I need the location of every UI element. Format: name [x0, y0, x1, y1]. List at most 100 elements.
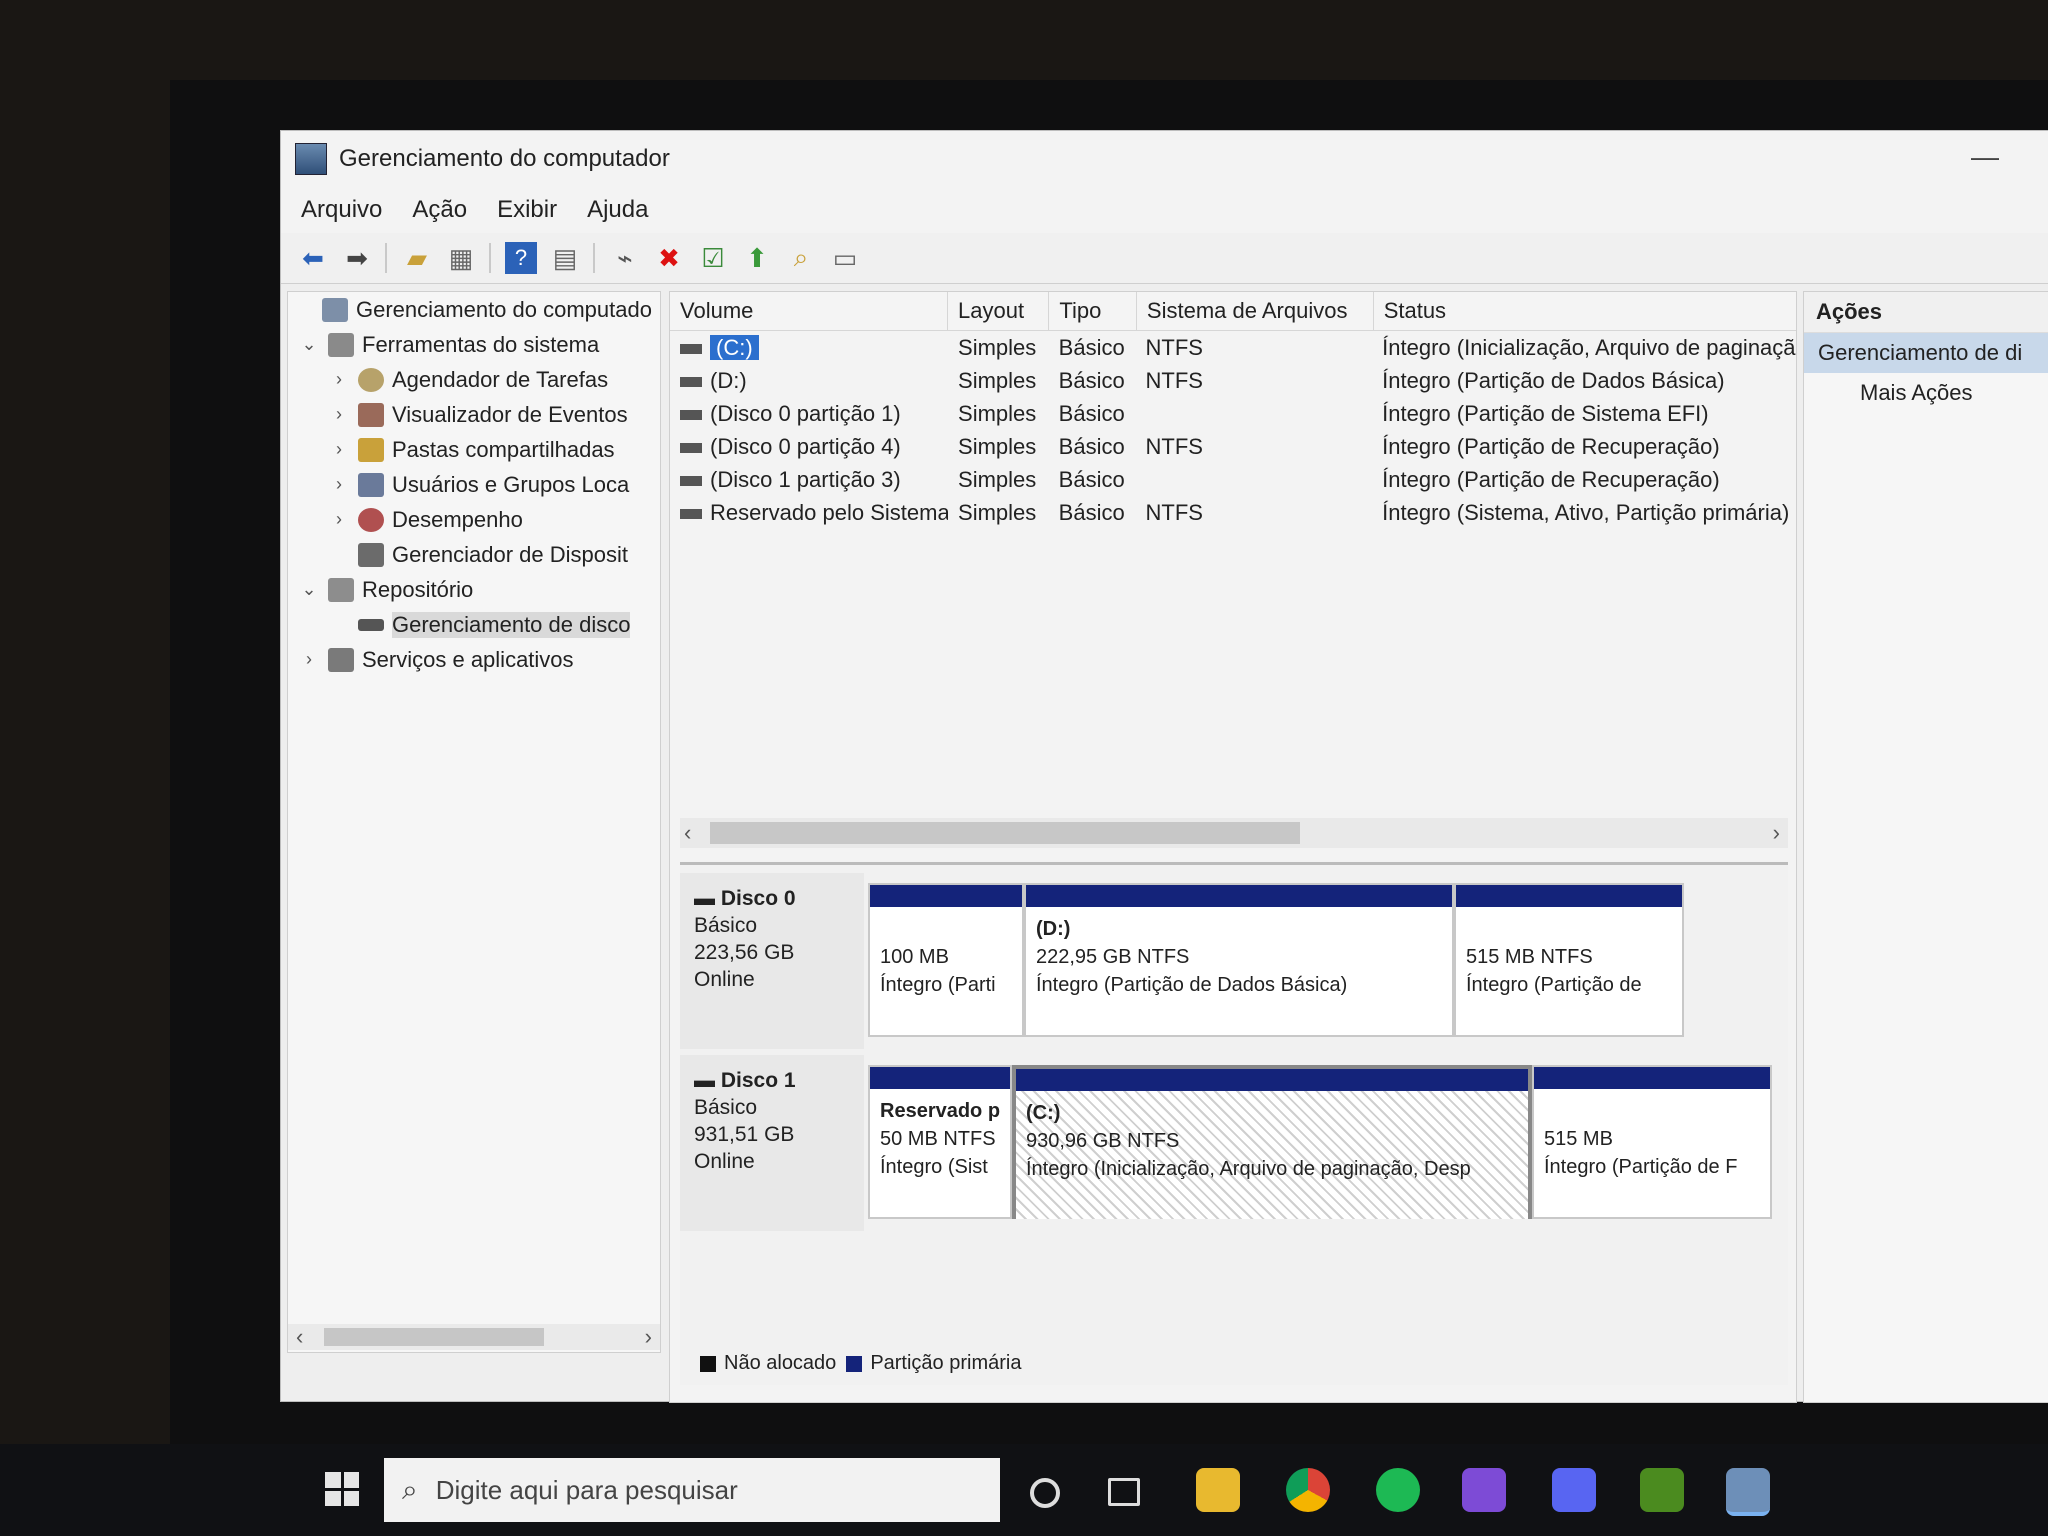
col-volume[interactable]: Volume	[670, 292, 949, 330]
partition-size: 930,96 GB NTFS	[1026, 1130, 1180, 1152]
partition-size: 515 MB	[1544, 1128, 1613, 1150]
chevron-down-icon[interactable]: ⌄	[298, 334, 320, 355]
menu-exibir[interactable]: Exibir	[497, 196, 557, 224]
chevron-down-icon[interactable]: ⌄	[298, 579, 320, 600]
partition-title	[880, 915, 1012, 943]
disk-info[interactable]: ▬ Disco 1 Básico 931,51 GB Online	[680, 1055, 864, 1231]
shared-folder-icon	[358, 437, 384, 462]
cell-tipo: Básico	[1058, 400, 1125, 426]
volume-table-body: (C:) Simples Básico NTFS Íntegro (Inicializa…	[670, 331, 1796, 529]
up-folder-icon[interactable]: ▰	[401, 242, 433, 274]
discord-icon[interactable]	[1552, 1468, 1596, 1512]
primary-partition-swatch	[846, 1355, 863, 1372]
table-row[interactable]: (D:) Simples Básico NTFS Íntegro (Partição d…	[670, 364, 1796, 397]
partition-block[interactable]: (D:) 222,95 GB NTFS Íntegro (Partição de…	[1024, 883, 1454, 1037]
volume-label: (Disco 0 partição 4)	[710, 433, 901, 459]
menu-arquivo[interactable]: Arquivo	[301, 196, 382, 224]
taskbar-search-box[interactable]: ⌕ Digite aqui para pesquisar	[384, 1458, 1000, 1522]
cell-volume: (D:)	[670, 368, 948, 394]
device-manager-icon	[358, 542, 384, 567]
chrome-icon[interactable]	[1286, 1468, 1330, 1512]
col-status[interactable]: Status	[1374, 292, 1796, 330]
tree-item-task-scheduler[interactable]: › Agendador de Tarefas	[288, 362, 660, 397]
partition-block[interactable]: 515 MB NTFS Íntegro (Partição de	[1454, 883, 1684, 1037]
chevron-right-icon[interactable]: ›	[328, 474, 350, 495]
chevron-right-icon[interactable]: ›	[298, 649, 320, 670]
connect-icon[interactable]: ⌁	[609, 242, 641, 274]
disk-info[interactable]: ▬ Disco 0 Básico 223,56 GB Online	[680, 873, 864, 1049]
scrollbar-thumb[interactable]	[710, 822, 1300, 844]
tree-item-storage[interactable]: ⌄ Repositório	[288, 572, 660, 607]
tree-item-local-users[interactable]: › Usuários e Grupos Loca	[288, 467, 660, 502]
more-actions-link[interactable]: Mais Ações	[1804, 373, 2048, 413]
nvidia-icon[interactable]	[1640, 1468, 1684, 1512]
tree-item-event-viewer[interactable]: › Visualizador de Eventos	[288, 397, 660, 432]
tree-item-device-manager[interactable]: Gerenciador de Disposit	[288, 537, 660, 572]
storage-icon	[328, 577, 354, 602]
volume-horizontal-scrollbar[interactable]: ‹ ›	[680, 818, 1788, 848]
tree-horizontal-scrollbar[interactable]: ‹ ›	[288, 1324, 660, 1350]
chevron-right-icon[interactable]: ›	[328, 369, 350, 390]
chevron-right-icon[interactable]: ›	[328, 404, 350, 425]
cell-layout: Simples	[958, 433, 1037, 459]
tree-item-disk-management[interactable]: Gerenciamento de disco	[288, 607, 660, 642]
export-icon[interactable]: ⬆	[741, 242, 773, 274]
monitor-bezel: Gerenciamento do computador — Arquivo Aç…	[170, 80, 2048, 1536]
computer-management-taskbar-icon[interactable]	[1726, 1468, 1770, 1516]
spotify-icon[interactable]	[1376, 1468, 1420, 1512]
col-tipo[interactable]: Tipo	[1049, 292, 1137, 330]
col-layout[interactable]: Layout	[948, 292, 1050, 330]
table-row[interactable]: (Disco 1 partição 3) Simples Básico Íntegro…	[670, 463, 1796, 496]
search-icon[interactable]: ⌕	[785, 242, 817, 274]
table-row[interactable]: (C:) Simples Básico NTFS Íntegro (Inicializa…	[670, 331, 1796, 364]
help-icon[interactable]: ?	[505, 242, 537, 274]
console-tree-icon[interactable]: ▦	[445, 242, 477, 274]
scroll-left-icon[interactable]: ‹	[684, 820, 691, 846]
file-explorer-icon[interactable]	[1196, 1468, 1240, 1512]
actions-disk-management[interactable]: Gerenciamento de di	[1804, 333, 2048, 373]
delete-icon[interactable]: ✖	[653, 242, 685, 274]
partition-size: 100 MB	[880, 946, 949, 968]
partition-size: 50 MB NTFS	[880, 1128, 996, 1150]
tree-item-services-apps[interactable]: › Serviços e aplicativos	[288, 642, 660, 677]
cell-tipo: Básico	[1058, 367, 1125, 393]
back-icon[interactable]: ⬅	[297, 242, 329, 274]
scroll-left-icon[interactable]: ‹	[296, 1324, 303, 1350]
forward-icon[interactable]: ➡	[341, 242, 373, 274]
chevron-right-icon[interactable]: ›	[328, 509, 350, 530]
twitch-icon[interactable]	[1462, 1468, 1506, 1512]
partition-block[interactable]: Reservado p 50 MB NTFS Íntegro (Sist	[868, 1065, 1012, 1219]
table-row[interactable]: Reservado pelo Sistema Simples Básico NTFS Í…	[670, 496, 1796, 529]
partition-block[interactable]: 515 MB Íntegro (Partição de F	[1532, 1065, 1772, 1219]
table-row[interactable]: (Disco 0 partição 4) Simples Básico NTFS Ínt…	[670, 430, 1796, 463]
minimize-button[interactable]: —	[1971, 141, 1999, 173]
windows-start-icon[interactable]	[325, 1472, 359, 1506]
task-view-icon[interactable]	[1108, 1478, 1140, 1506]
properties-icon[interactable]: ☑	[697, 242, 729, 274]
tree-item-shared-folders[interactable]: › Pastas compartilhadas	[288, 432, 660, 467]
partition-block-selected[interactable]: (C:) 930,96 GB NTFS Íntegro (Inicializaç…	[1012, 1065, 1532, 1219]
show-hide-icon[interactable]: ▤	[549, 242, 581, 274]
cortana-icon[interactable]	[1030, 1478, 1060, 1508]
chevron-right-icon[interactable]: ›	[328, 439, 350, 460]
tree-item-label: Visualizador de Eventos	[392, 401, 628, 427]
table-row[interactable]: (Disco 0 partição 1) Simples Básico Íntegro…	[670, 397, 1796, 430]
tree-item-system-tools[interactable]: ⌄ Ferramentas do sistema	[288, 327, 660, 362]
disk-size: 223,56 GB	[694, 941, 795, 964]
tree-item-performance[interactable]: › Desempenho	[288, 502, 660, 537]
partition-block[interactable]: 100 MB Íntegro (Parti	[868, 883, 1024, 1037]
scroll-right-icon[interactable]: ›	[645, 1324, 652, 1350]
partition-status: Íntegro (Sist	[880, 1156, 988, 1178]
disk-type: Básico	[694, 914, 758, 937]
menu-acao[interactable]: Ação	[412, 196, 467, 224]
scrollbar-thumb[interactable]	[324, 1328, 544, 1346]
cell-layout: Simples	[958, 367, 1037, 393]
col-filesystem[interactable]: Sistema de Arquivos	[1137, 292, 1374, 330]
menu-ajuda[interactable]: Ajuda	[587, 196, 648, 224]
actions-pane: Ações Gerenciamento de di Mais Ações	[1803, 291, 2048, 1403]
tree-item-computer-management[interactable]: Gerenciamento do computado	[288, 292, 660, 327]
cell-filesystem: NTFS	[1145, 499, 1203, 525]
tree-item-label: Pastas compartilhadas	[392, 436, 615, 462]
view-icon[interactable]: ▭	[829, 242, 861, 274]
scroll-right-icon[interactable]: ›	[1773, 820, 1780, 846]
